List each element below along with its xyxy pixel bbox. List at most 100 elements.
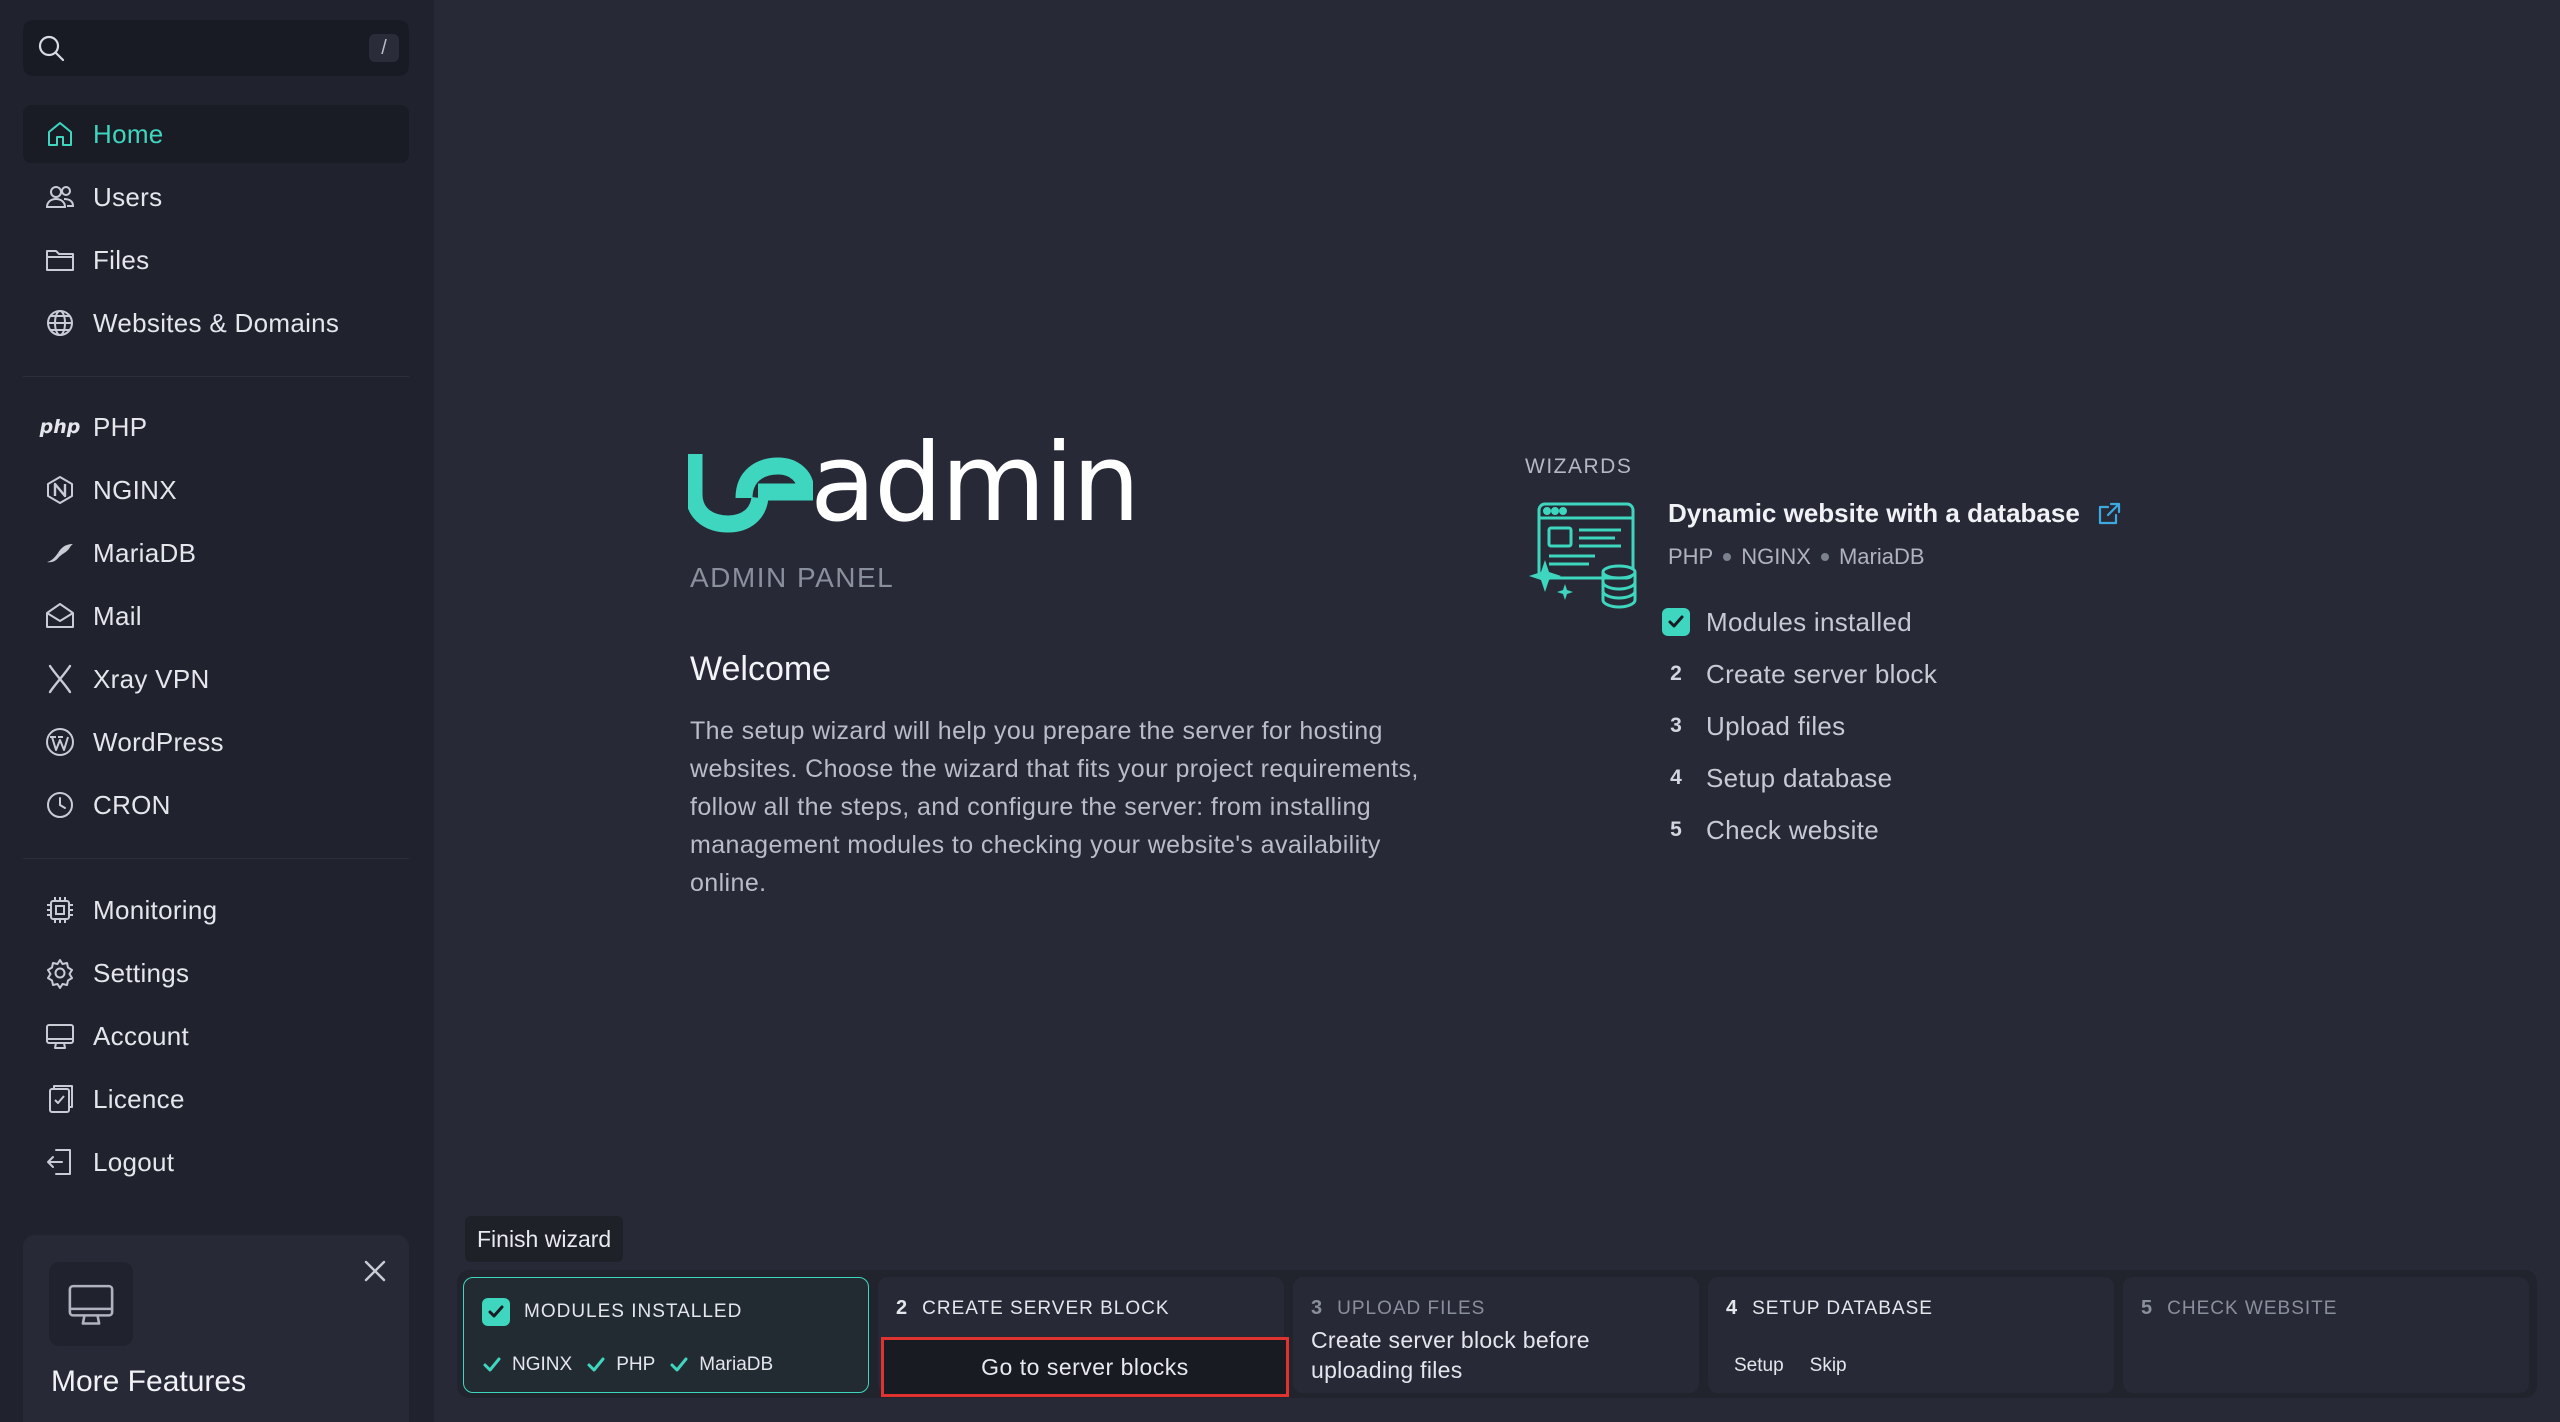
skip-database-button[interactable]: Skip: [1802, 1351, 1855, 1381]
checkbox-checked-icon: [482, 1298, 510, 1326]
gear-icon: [43, 956, 77, 990]
wizard-card-title: CHECK WEBSITE: [2167, 1297, 2338, 1319]
sidebar-item-account[interactable]: Account: [23, 1007, 409, 1065]
wordpress-icon: [43, 725, 77, 759]
sidebar-item-home[interactable]: Home: [23, 105, 409, 163]
sidebar-item-label: Logout: [93, 1146, 175, 1177]
logout-icon: [43, 1145, 77, 1179]
module-label: MariaDB: [699, 1354, 774, 1375]
wizard-card-title: UPLOAD FILES: [1337, 1297, 1486, 1319]
wizard-card-setup-database: 4 SETUP DATABASE Setup Skip: [1708, 1277, 2114, 1393]
sidebar-divider: [23, 376, 409, 377]
sidebar-item-label: NGINX: [93, 474, 177, 505]
sidebar-item-label: WordPress: [93, 726, 224, 757]
check-icon: [670, 1357, 688, 1372]
wizard-step-label: Modules installed: [1706, 606, 1912, 637]
wizard-card-number: 2: [896, 1297, 909, 1319]
wizards-label: WIZARDS: [1525, 455, 1633, 478]
sidebar-item-label: CRON: [93, 789, 171, 820]
wizard-card-note: Create server block before uploading fil…: [1311, 1327, 1590, 1383]
wizard-title: Dynamic website with a database: [1668, 498, 2080, 528]
sidebar-item-xray-vpn[interactable]: Xray VPN: [23, 650, 409, 708]
wizard-step: Modules installed: [1662, 602, 2162, 642]
mariadb-icon: [43, 536, 77, 570]
external-link-icon: [2098, 502, 2120, 524]
sidebar-item-label: Licence: [93, 1083, 185, 1114]
wizard-card-check-website: 5 CHECK WEBSITE: [2123, 1277, 2529, 1393]
folder-icon: [43, 243, 77, 277]
close-icon[interactable]: [361, 1257, 389, 1285]
monitor-icon: [49, 1262, 133, 1346]
welcome-title: Welcome: [690, 650, 832, 688]
module-label: PHP: [616, 1354, 656, 1375]
sidebar-item-label: Account: [93, 1020, 190, 1051]
licence-icon: [43, 1082, 77, 1116]
sidebar-item-label: PHP: [93, 411, 148, 442]
sidebar: / Home Users Files Websites & Domains ph…: [0, 0, 434, 1422]
beadmin-logo: admin: [685, 430, 1168, 538]
wizard-card-upload-files: 3 UPLOAD FILES Create server block befor…: [1293, 1277, 1699, 1393]
wizard-step-label: Check website: [1706, 814, 1879, 845]
sidebar-item-wordpress[interactable]: WordPress: [23, 713, 409, 771]
sidebar-item-label: Mail: [93, 600, 142, 631]
sidebar-item-licence[interactable]: Licence: [23, 1070, 409, 1128]
brand-subtitle: ADMIN PANEL: [690, 562, 895, 593]
check-icon: [483, 1357, 501, 1372]
go-to-server-blocks-button[interactable]: Go to server blocks: [881, 1337, 1289, 1397]
wizard-card-modules-installed: MODULES INSTALLED NGINX PHP MariaDB: [463, 1277, 869, 1393]
sidebar-item-nginx[interactable]: NGINX: [23, 461, 409, 519]
sidebar-item-label: Monitoring: [93, 894, 218, 925]
wizard-stack: PHP NGINX MariaDB: [1668, 544, 1925, 570]
stack-item: MariaDB: [1838, 544, 1925, 569]
search-shortcut-key: /: [369, 34, 399, 62]
wizard-card-number: 3: [1311, 1297, 1324, 1319]
checkbox-checked-icon: [1662, 608, 1690, 636]
php-icon: php: [39, 416, 81, 438]
sidebar-item-settings[interactable]: Settings: [23, 944, 409, 1002]
check-icon: [587, 1357, 605, 1372]
home-icon: [43, 117, 77, 151]
globe-icon: [43, 306, 77, 340]
cpu-icon: [43, 893, 77, 927]
sidebar-item-label: Users: [93, 181, 163, 212]
finish-wizard-tooltip[interactable]: Finish wizard: [465, 1216, 624, 1262]
wizard-step: 4 Setup database: [1662, 758, 2162, 798]
website-database-illustration: [1529, 502, 1637, 609]
installed-modules: NGINX PHP MariaDB: [482, 1354, 773, 1376]
search-input[interactable]: /: [23, 20, 409, 76]
stack-item: PHP: [1668, 544, 1714, 569]
sidebar-item-monitoring[interactable]: Monitoring: [23, 881, 409, 939]
sidebar-item-label: Files: [93, 244, 150, 275]
sidebar-item-users[interactable]: Users: [23, 168, 409, 226]
sidebar-item-label: Home: [93, 118, 164, 149]
welcome-text: The setup wizard will help you prepare t…: [690, 717, 1419, 897]
sidebar-item-php[interactable]: php PHP: [23, 398, 409, 456]
sidebar-item-mariadb[interactable]: MariaDB: [23, 524, 409, 582]
more-features-card: More Features: [23, 1235, 409, 1422]
sidebar-item-websites-domains[interactable]: Websites & Domains: [23, 294, 409, 352]
mail-icon: [43, 599, 77, 633]
users-icon: [43, 180, 77, 214]
wizard-title-link[interactable]: Dynamic website with a database: [1668, 498, 2122, 529]
module-label: NGINX: [512, 1354, 573, 1375]
search-icon: [38, 35, 65, 62]
sidebar-item-label: Xray VPN: [93, 663, 210, 694]
xray-icon: [43, 662, 77, 696]
nginx-icon: [43, 473, 77, 507]
wizard-card-title: MODULES INSTALLED: [524, 1301, 743, 1322]
wizard-step-number: 5: [1670, 818, 1682, 841]
sidebar-item-mail[interactable]: Mail: [23, 587, 409, 645]
sidebar-item-files[interactable]: Files: [23, 231, 409, 289]
sidebar-item-cron[interactable]: CRON: [23, 776, 409, 834]
more-features-title: More Features: [51, 1365, 247, 1398]
setup-database-button[interactable]: Setup: [1726, 1351, 1792, 1381]
sidebar-item-label: Websites & Domains: [93, 307, 340, 338]
wizard-step-number: 4: [1670, 766, 1682, 789]
sidebar-item-label: MariaDB: [93, 537, 197, 568]
wizard-step-label: Create server block: [1706, 658, 1938, 689]
app-root: / Home Users Files Websites & Domains ph…: [0, 0, 2560, 1422]
wizard-step-label: Setup database: [1706, 762, 1893, 793]
sidebar-item-logout[interactable]: Logout: [23, 1133, 409, 1191]
wizard-step-number: 2: [1670, 662, 1682, 685]
wizard-step: 2 Create server block: [1662, 654, 2162, 694]
